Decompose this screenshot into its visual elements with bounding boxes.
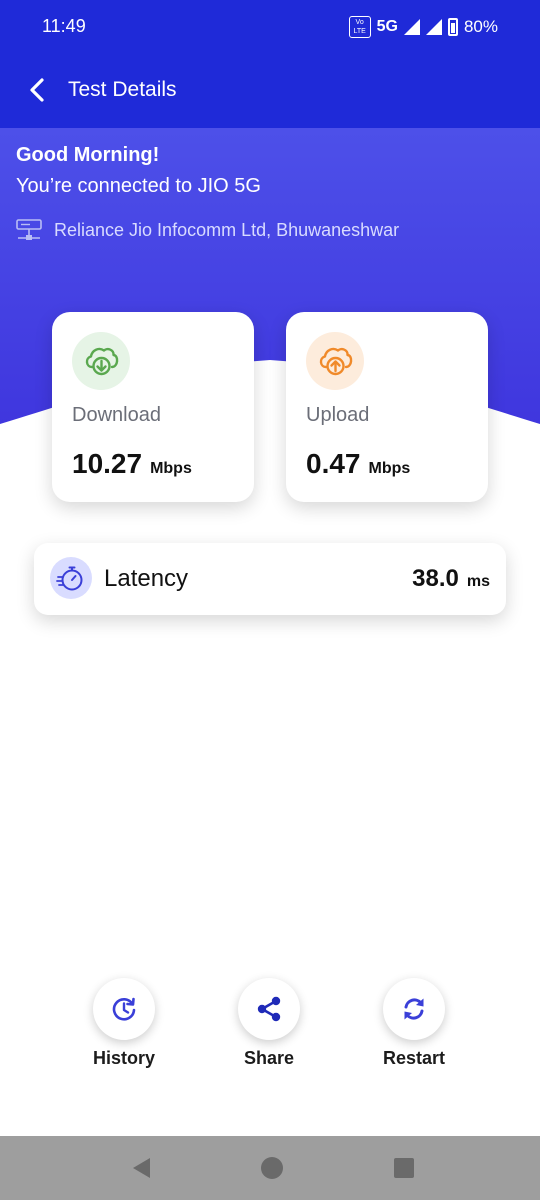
history-icon [112,997,136,1021]
cloud-upload-icon [319,347,353,376]
signal-icon [403,19,420,35]
download-label: Download [72,404,161,426]
download-unit: Mbps [150,460,192,477]
latency-label: Latency [104,565,189,592]
upload-unit: Mbps [368,460,411,477]
history-button-circle[interactable] [93,978,155,1040]
network-type: 5G [376,18,398,35]
battery-percent: 80% [463,17,498,36]
upload-value: 0.47 [306,448,361,479]
nav-back-icon[interactable] [130,1156,154,1180]
action-bar: History Share Restart [0,978,540,1068]
upload-card: Upload 0.47 Mbps [286,312,488,502]
isp-label: Reliance Jio Infocomm Ltd, Bhuwaneshwar [54,219,400,240]
restart-button[interactable]: Restart [364,978,464,1069]
download-icon-wrap [72,332,130,390]
upload-icon-wrap [306,332,364,390]
nav-recents-icon[interactable] [392,1156,416,1180]
history-label: History [92,1048,155,1068]
connection-text: You’re connected to JIO 5G [16,175,261,197]
server-icon [16,219,42,240]
restart-button-circle[interactable] [383,978,445,1040]
share-label: Share [243,1048,295,1068]
upload-value-row: 0.47 Mbps [306,448,410,480]
download-value: 10.27 [72,448,143,479]
battery-icon [447,18,458,36]
download-card: Download 10.27 Mbps [52,312,254,502]
restart-label: Restart [382,1048,446,1068]
share-button-circle[interactable] [238,978,300,1040]
page-title: Test Details [68,78,177,101]
restart-icon [404,998,424,1020]
signal-icon-2 [425,19,442,35]
isp-info: Reliance Jio Infocomm Ltd, Bhuwaneshwar [16,218,399,242]
stopwatch-icon [56,566,83,591]
upload-label: Upload [306,404,370,426]
latency-value: 38.0 [412,565,459,592]
volte-icon: Vo LTE [348,16,371,38]
latency-unit: ms [466,573,490,590]
cloud-download-icon [85,347,119,376]
status-bar: 11:49 Vo LTE 5G 80% [0,0,540,56]
share-icon [257,996,281,1022]
status-time: 11:49 [42,16,86,36]
nav-home-icon[interactable] [260,1156,284,1180]
download-value-row: 10.27 Mbps [72,448,192,480]
latency-icon-wrap [50,557,92,599]
status-icons: Vo LTE 5G 80% [348,16,498,38]
history-button[interactable]: History [74,978,174,1069]
latency-card: Latency 38.0 ms [34,543,506,615]
latency-value-row: 38.0 ms [412,565,490,593]
back-arrow-icon[interactable] [22,74,52,106]
system-nav-bar [0,1136,540,1200]
title-bar: Test Details [0,60,540,120]
greeting-text: Good Morning! [16,144,160,166]
share-button[interactable]: Share [219,978,319,1069]
